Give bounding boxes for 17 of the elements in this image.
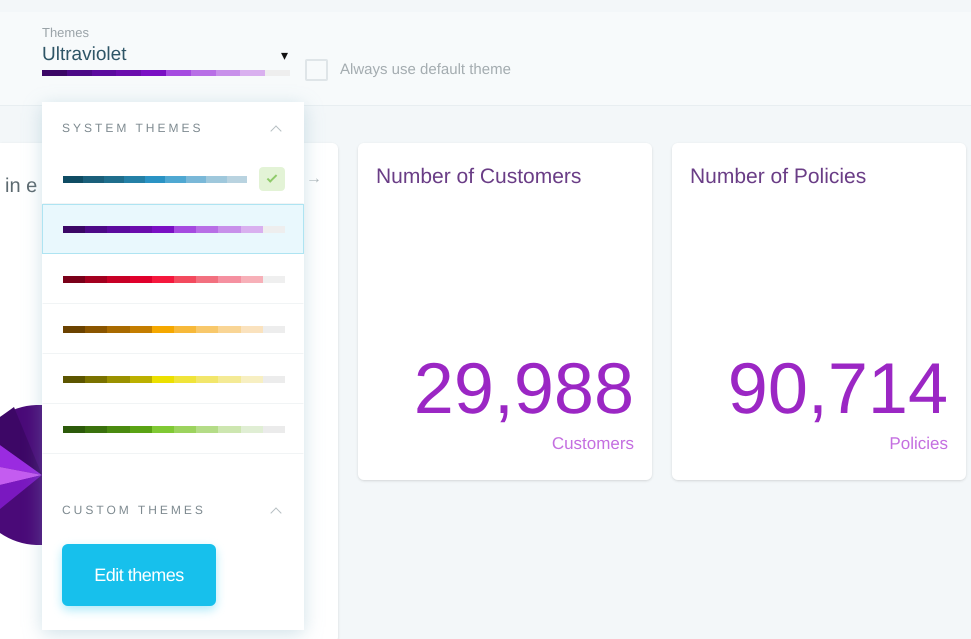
selected-value: Ultraviolet: [42, 43, 126, 67]
arrow-icon: →: [306, 167, 322, 191]
card-title: Number of Customers: [376, 164, 582, 190]
metric-value: 90,714: [728, 348, 948, 428]
card-title: Number of Policies: [690, 164, 868, 190]
theme-select[interactable]: Themes Ultraviolet ▾: [42, 24, 292, 76]
caret-icon: ▾: [281, 44, 288, 66]
checkbox[interactable]: [305, 59, 328, 82]
card-title: in e: [5, 174, 38, 199]
metric-unit: Customers: [552, 432, 634, 454]
section-header: SYSTEM THEMES: [62, 120, 204, 137]
field-label: Themes: [42, 24, 90, 42]
theme-option[interactable]: [42, 204, 304, 254]
metric-value: 29,988: [414, 348, 634, 428]
checkbox-label: Always use default theme: [340, 60, 511, 80]
section-header: CUSTOM THEMES: [62, 502, 206, 519]
metric-unit: Policies: [889, 432, 948, 454]
